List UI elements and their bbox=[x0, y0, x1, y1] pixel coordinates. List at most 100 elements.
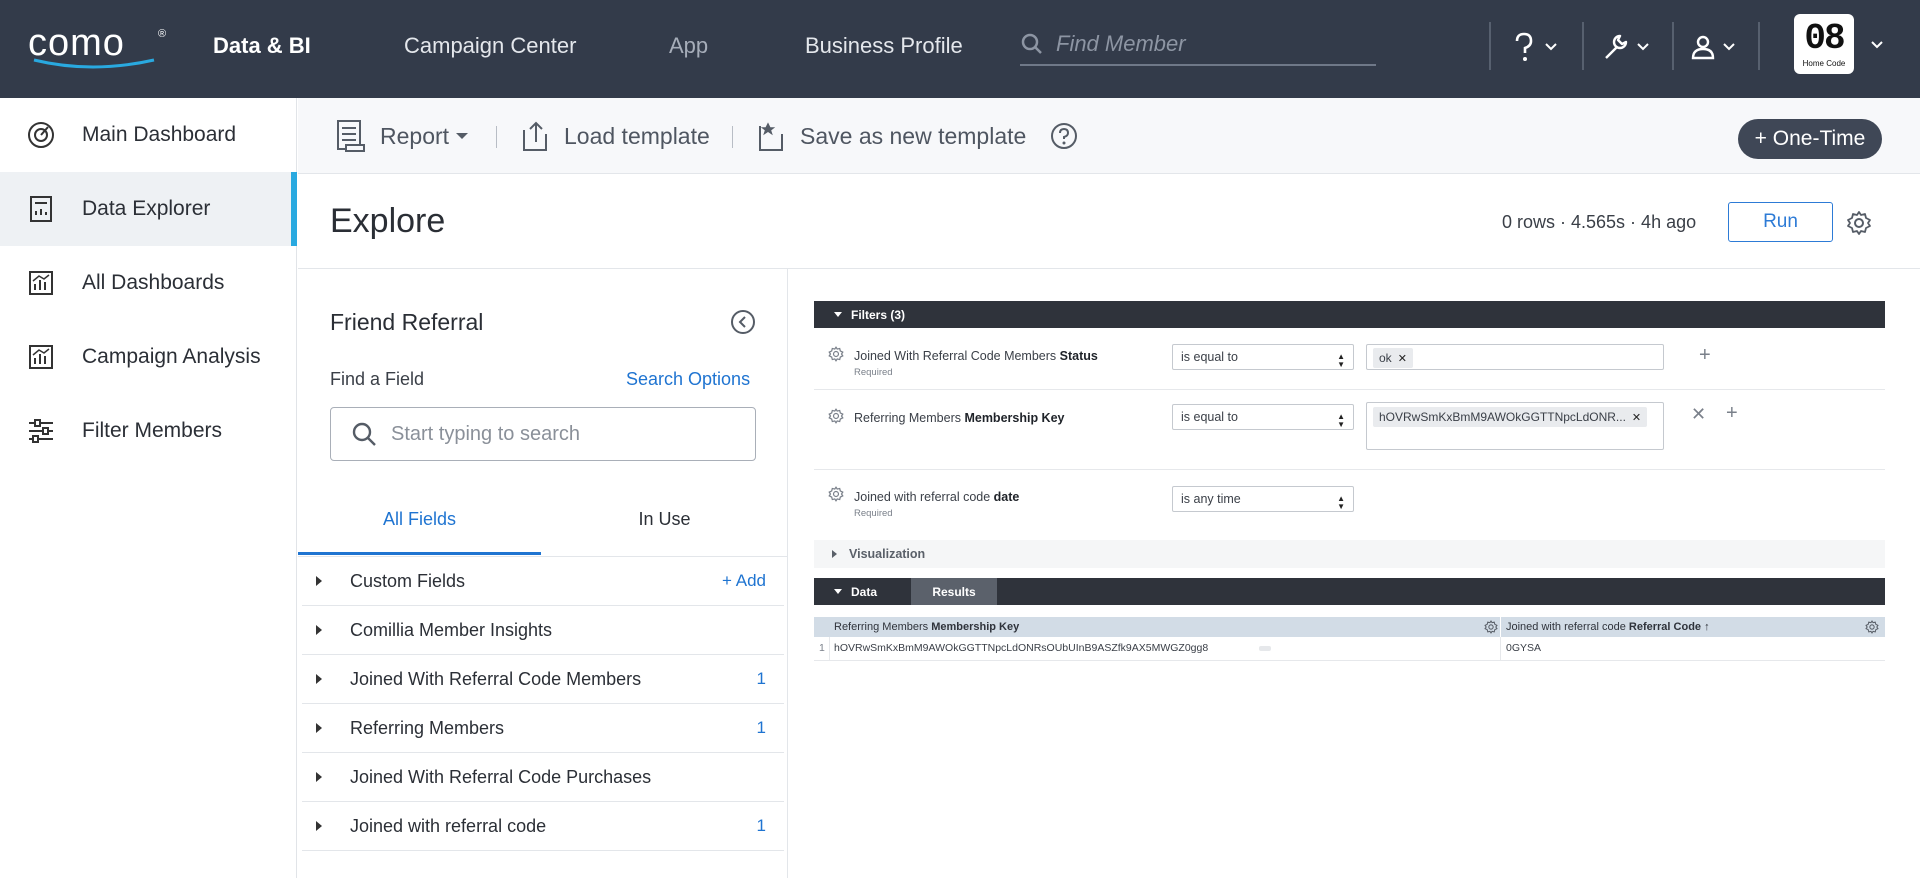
chevron-down-icon[interactable] bbox=[1870, 40, 1884, 50]
chart-icon bbox=[26, 342, 56, 372]
filter-field-name: Referring Members Membership Key bbox=[854, 411, 1065, 425]
sidebar-item-label: Filter Members bbox=[82, 419, 223, 442]
data-tab[interactable]: Data bbox=[814, 578, 911, 605]
filters-header-label: Filters (3) bbox=[851, 307, 906, 322]
data-label: Data bbox=[851, 584, 878, 599]
chevron-down-icon bbox=[1723, 43, 1735, 51]
remove-chip-icon[interactable]: ✕ bbox=[1632, 411, 1641, 424]
question-icon bbox=[1515, 32, 1533, 61]
divider bbox=[732, 126, 733, 148]
gear-icon[interactable] bbox=[828, 486, 844, 502]
field-search-box[interactable] bbox=[330, 407, 756, 461]
gear-icon[interactable] bbox=[1484, 620, 1498, 634]
filter-row: Joined With Referral Code Members Status… bbox=[814, 328, 1885, 390]
sidebar-item-label: Main Dashboard bbox=[82, 123, 237, 146]
field-group-row[interactable]: Joined With Referral Code Purchases bbox=[302, 753, 784, 802]
filter-value-input[interactable]: ok ✕ bbox=[1366, 344, 1664, 370]
table-row[interactable]: 1 hOVRwSmKxBmM9AWOkGGTTNpcLdONRsOUbUInB9… bbox=[814, 637, 1885, 661]
field-group-name: Joined with referral code bbox=[350, 815, 547, 836]
field-group-name: Referring Members bbox=[350, 717, 505, 738]
field-group-row[interactable]: Comillia Member Insights bbox=[302, 606, 784, 655]
help-button[interactable] bbox=[1050, 120, 1078, 152]
field-group-row[interactable]: Joined with referral code 1 bbox=[302, 802, 784, 851]
field-in-use-count: 1 bbox=[756, 718, 766, 737]
divider bbox=[1489, 22, 1491, 70]
sidebar-item-filter-members[interactable]: Filter Members bbox=[0, 394, 297, 468]
account-logo-number: 08 bbox=[1804, 17, 1845, 59]
sidebar-item-main-dashboard[interactable]: Main Dashboard bbox=[0, 98, 297, 172]
tab-all-fields[interactable]: All Fields bbox=[298, 509, 541, 555]
find-member-input[interactable] bbox=[1056, 31, 1356, 57]
visualization-label: Visualization bbox=[849, 547, 926, 561]
report-label: Report bbox=[380, 122, 450, 149]
data-section-header: Data Results bbox=[814, 578, 1885, 605]
run-button[interactable]: Run bbox=[1728, 202, 1833, 242]
field-picker-panel: Friend Referral Find a Field Search Opti… bbox=[298, 269, 788, 878]
nav-campaign-center[interactable]: Campaign Center bbox=[404, 32, 576, 60]
gear-icon[interactable] bbox=[1846, 210, 1872, 236]
page-title: Explore bbox=[330, 202, 446, 240]
column-header-membership-key[interactable]: Referring Members Membership Key bbox=[834, 621, 1019, 633]
filter-row: Referring Members Membership Key is equa… bbox=[814, 390, 1885, 470]
field-search-input[interactable] bbox=[391, 422, 731, 446]
updown-caret-icon: ▲ ▼ bbox=[1337, 494, 1345, 511]
account-logo-caption: Home Code bbox=[1802, 58, 1846, 68]
sidebar-item-all-dashboards[interactable]: All Dashboards bbox=[0, 246, 297, 320]
caret-right-icon bbox=[832, 550, 837, 558]
remove-chip-icon[interactable]: ✕ bbox=[1398, 352, 1407, 365]
field-group-row[interactable]: Custom Fields + Add bbox=[302, 557, 784, 606]
sidebar: Main Dashboard Data Explorer All Dashboa… bbox=[0, 98, 297, 878]
field-group-name: Joined With Referral Code Purchases bbox=[350, 766, 652, 787]
updown-caret-icon: ▲ ▼ bbox=[1337, 352, 1345, 369]
help-menu[interactable] bbox=[1510, 30, 1558, 64]
caret-right-icon bbox=[316, 772, 322, 782]
remove-filter-icon[interactable]: ✕ bbox=[1691, 404, 1706, 425]
search-options-link[interactable]: Search Options bbox=[626, 369, 750, 390]
sidebar-item-campaign-analysis[interactable]: Campaign Analysis bbox=[0, 320, 297, 394]
filters-section-header[interactable]: Filters (3) bbox=[814, 301, 1885, 328]
filter-operator-select[interactable]: is any time ▲ ▼ bbox=[1172, 486, 1354, 512]
sidebar-item-data-explorer[interactable]: Data Explorer bbox=[0, 172, 297, 246]
one-time-button[interactable]: + One-Time bbox=[1738, 119, 1882, 159]
account-logo[interactable]: 08 Home Code bbox=[1794, 14, 1854, 74]
gear-icon[interactable] bbox=[1865, 620, 1879, 634]
field-group-row[interactable]: Referring Members 1 bbox=[302, 704, 784, 753]
collapse-panel-icon[interactable] bbox=[730, 309, 756, 335]
column-header-referral-code[interactable]: Joined with referral code Referral Code … bbox=[1506, 621, 1710, 633]
results-label: Results bbox=[932, 584, 976, 599]
run-stats: 0 rows · 4.565s · 4h ago bbox=[1502, 212, 1697, 232]
search-icon bbox=[1021, 33, 1042, 54]
nav-data-bi[interactable]: Data & BI bbox=[213, 32, 311, 60]
visualization-section-header[interactable]: Visualization bbox=[814, 540, 1885, 568]
como-logo[interactable]: como ® bbox=[28, 24, 168, 69]
operator-value: is any time bbox=[1181, 492, 1241, 506]
save-template-button[interactable]: Save as new template bbox=[756, 120, 1026, 152]
gear-icon[interactable] bbox=[828, 408, 844, 424]
filter-field-name: Joined with referral code date bbox=[854, 490, 1020, 504]
nav-business-profile[interactable]: Business Profile bbox=[805, 32, 963, 60]
add-filter-value-icon[interactable]: + bbox=[1699, 344, 1711, 367]
add-custom-field-button[interactable]: + Add bbox=[722, 571, 766, 591]
results-tab[interactable]: Results bbox=[911, 578, 997, 605]
field-group-row[interactable]: Joined With Referral Code Members 1 bbox=[302, 655, 784, 704]
load-template-button[interactable]: Load template bbox=[520, 120, 710, 152]
required-label: Required bbox=[854, 508, 893, 519]
tab-in-use[interactable]: In Use bbox=[543, 509, 786, 555]
gear-icon[interactable] bbox=[828, 346, 844, 362]
caret-down-icon bbox=[834, 312, 842, 317]
user-menu[interactable] bbox=[1690, 30, 1736, 64]
find-field-label: Find a Field bbox=[330, 369, 425, 389]
filter-operator-select[interactable]: is equal to ▲ ▼ bbox=[1172, 404, 1354, 430]
add-filter-value-icon[interactable]: + bbox=[1726, 402, 1738, 425]
filter-value-input[interactable]: hOVRwSmKxBmM9AWOkGGTTNpcLdONR... ✕ bbox=[1366, 402, 1664, 450]
column-divider bbox=[1500, 637, 1501, 661]
caret-right-icon bbox=[316, 625, 322, 635]
report-menu-button[interactable]: Report bbox=[336, 120, 469, 152]
chart-icon bbox=[26, 268, 56, 298]
wrench-icon bbox=[1605, 34, 1628, 59]
filter-operator-select[interactable]: is equal to ▲ ▼ bbox=[1172, 344, 1354, 370]
field-group-name: Joined With Referral Code Members bbox=[350, 668, 642, 689]
tools-menu[interactable] bbox=[1600, 30, 1650, 64]
find-member-search[interactable] bbox=[1020, 24, 1376, 66]
nav-app[interactable]: App bbox=[669, 32, 708, 60]
